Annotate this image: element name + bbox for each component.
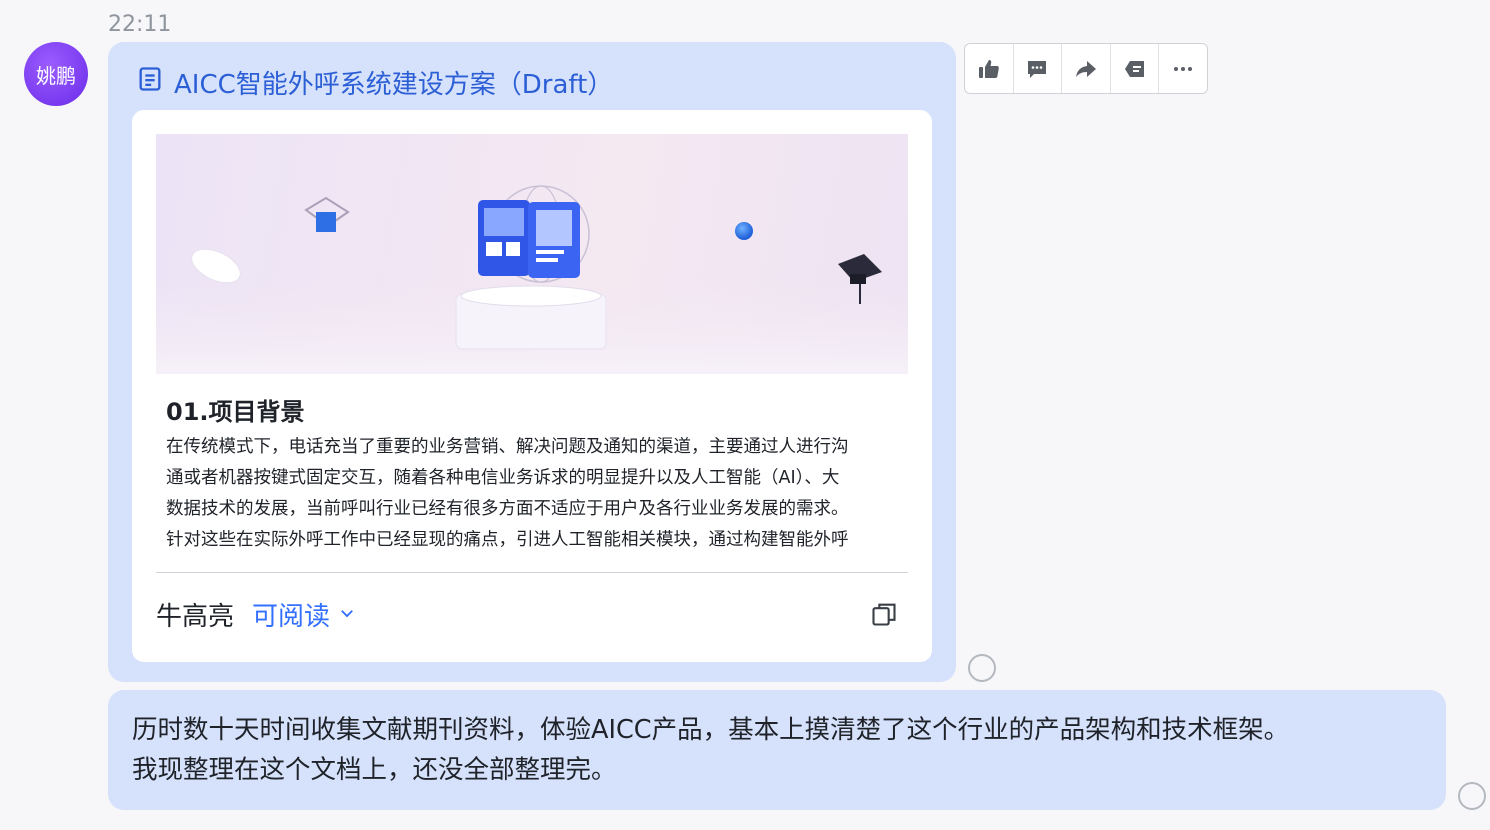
doc-title-link[interactable]: AICC智能外呼系统建设方案（Draft） [136,64,613,101]
forward-icon [1075,60,1096,77]
doc-excerpt-line: 在传统模式下，电话充当了重要的业务营销、解决问题及通知的渠道，主要通过人进行沟 [166,437,849,457]
read-status-indicator [968,654,996,682]
reply-icon [1028,60,1047,78]
copy-link-button[interactable] [868,598,900,630]
message-timestamp: 22:11 [108,12,172,37]
doc-heading: 01.项目背景 [166,398,305,426]
doc-excerpt-line: 数据技术的发展，当前呼叫行业已经有很多方面不适应于用户及各行业业务发展的需求。 [166,499,849,519]
text-message-line: 我现整理在这个文档上，还没全部整理完。 [132,755,617,785]
forward-button[interactable] [1062,44,1111,93]
more-icon [1174,66,1193,71]
doc-excerpt: 在传统模式下，电话充当了重要的业务营销、解决问题及通知的渠道，主要通过人进行沟 … [166,432,902,556]
text-message-line: 历时数十天时间收集文献期刊资料，体验AICC产品，基本上摸清楚了这个行业的产品架… [132,715,1290,745]
sender-avatar[interactable]: 姚鹏 [24,42,88,106]
reply-button[interactable] [1014,44,1063,93]
doc-excerpt-line: 通或者机器按键式固定交互，随着各种电信业务诉求的明显提升以及人工智能（AI）、大 [166,468,840,488]
permission-dropdown[interactable]: 可阅读 [252,596,356,633]
thumbs-up-icon [978,59,999,78]
document-icon [136,65,164,100]
doc-preview-card[interactable]: 01.项目背景 在传统模式下，电话充当了重要的业务营销、解决问题及通知的渠道，主… [132,110,932,662]
chevron-down-icon [338,599,356,629]
quote-button[interactable] [1111,44,1160,93]
doc-owner: 牛高亮 [156,601,235,632]
doc-message-bubble: AICC智能外呼系统建设方案（Draft） 01.项目背景 在传统模式下，电话充… [108,42,956,682]
like-button[interactable] [965,44,1014,93]
permission-label: 可阅读 [252,601,331,632]
card-footer: 牛高亮 可阅读 [156,594,908,634]
doc-title-text: AICC智能外呼系统建设方案（Draft） [174,70,614,100]
doc-cover-image [156,134,908,374]
message-action-toolbar [964,43,1208,94]
doc-excerpt-line: 针对这些在实际外呼工作中已经显现的痛点，引进人工智能相关模块，通过构建智能外呼 [166,530,849,550]
read-status-indicator [1458,782,1486,810]
more-button[interactable] [1159,44,1207,93]
quote-icon [1124,60,1144,77]
card-divider [156,572,908,573]
copy-icon [872,603,896,626]
text-message-bubble: 历时数十天时间收集文献期刊资料，体验AICC产品，基本上摸清楚了这个行业的产品架… [108,690,1446,810]
